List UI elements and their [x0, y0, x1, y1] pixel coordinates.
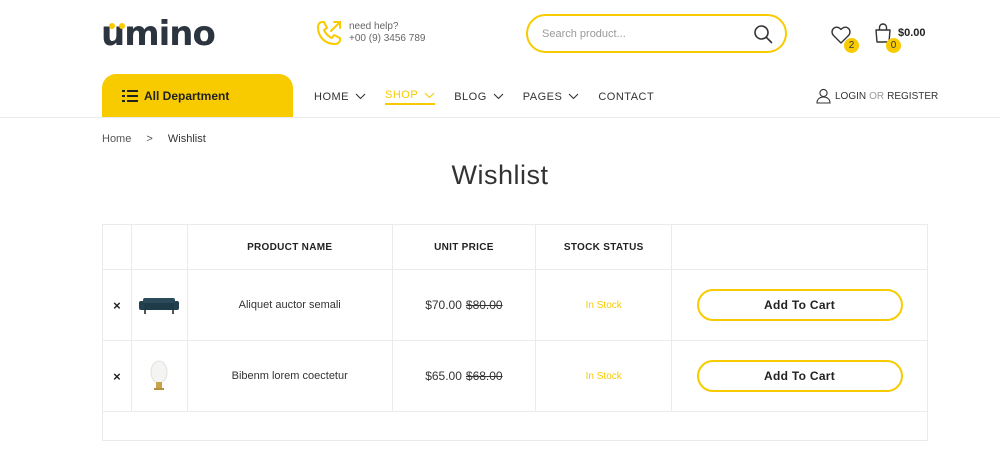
wishlist-count-badge: 2 [844, 38, 859, 53]
table-row: × Aliquet auctor semali $70.00 $80.00 In … [102, 269, 928, 341]
header-divider [0, 117, 1000, 118]
header-action [671, 224, 928, 270]
header-remove [102, 224, 132, 270]
breadcrumb: Home > Wishlist [102, 133, 206, 145]
nav-pages-label: PAGES [522, 90, 563, 103]
main-nav: HOME SHOP BLOG PAGES CONTACT [314, 88, 673, 105]
remove-item-button[interactable]: × [113, 369, 121, 384]
nav-shop[interactable]: SHOP [385, 89, 436, 105]
breadcrumb-home[interactable]: Home [102, 133, 131, 145]
add-to-cart-button[interactable]: Add To Cart [696, 289, 903, 321]
header-unit-price: UNIT PRICE [391, 224, 537, 270]
unit-price: $70.00 $80.00 [391, 269, 537, 341]
old-price: $80.00 [465, 298, 503, 312]
header-thumbnail [130, 224, 188, 270]
old-price: $68.00 [465, 369, 503, 383]
header-product-name: PRODUCT NAME [186, 224, 393, 270]
current-price: $70.00 [425, 298, 462, 312]
unit-price: $65.00 $68.00 [391, 340, 537, 412]
chevron-down-icon [424, 92, 435, 98]
nav-home-label: HOME [314, 90, 349, 103]
cart-count-badge: 0 [886, 38, 901, 53]
all-department-label: All Department [144, 88, 230, 103]
stock-status: In Stock [585, 371, 622, 382]
help-contact: need help? +00 (9) 3456 789 [314, 18, 425, 48]
user-icon [816, 88, 831, 104]
chevron-down-icon [493, 93, 504, 100]
login-link[interactable]: LOGIN [835, 91, 866, 102]
register-link[interactable]: REGISTER [887, 91, 938, 102]
phone-icon [317, 21, 341, 45]
remove-item-button[interactable]: × [113, 298, 121, 313]
stock-status: In Stock [585, 300, 622, 311]
logo-dots [109, 16, 129, 34]
list-icon [122, 89, 138, 102]
search-input[interactable] [542, 27, 753, 40]
all-department-button[interactable]: All Department [102, 74, 293, 117]
table-row: × Bibenm lorem coectetur $65.00 $68.00 In… [102, 340, 928, 412]
breadcrumb-current: Wishlist [167, 133, 206, 145]
lamp-thumbnail[interactable] [148, 359, 170, 393]
page-title: Wishlist [451, 160, 549, 190]
product-name[interactable]: Bibenm lorem coectetur [186, 340, 393, 412]
current-price: $65.00 [425, 369, 462, 383]
help-phone: +00 (9) 3456 789 [349, 33, 426, 44]
wishlist-table: PRODUCT NAME UNIT PRICE STOCK STATUS × A… [102, 224, 928, 441]
nav-home[interactable]: HOME [314, 88, 366, 105]
login-or-text: OR [869, 90, 885, 102]
chevron-down-icon [568, 93, 579, 100]
account-links: LOGIN OR REGISTER [816, 88, 938, 104]
add-to-cart-button[interactable]: Add To Cart [696, 360, 903, 392]
nav-blog[interactable]: BLOG [454, 88, 504, 105]
search-box [526, 14, 787, 53]
nav-contact-label: CONTACT [598, 90, 655, 103]
logo[interactable]: umino [101, 14, 216, 54]
chevron-down-icon [355, 93, 366, 100]
product-thumbnail[interactable] [130, 269, 188, 341]
help-label: need help? [349, 21, 399, 32]
nav-blog-label: BLOG [454, 90, 487, 103]
search-icon[interactable] [753, 24, 773, 44]
sofa-thumbnail[interactable] [139, 294, 180, 316]
product-thumbnail[interactable] [130, 340, 188, 412]
nav-pages[interactable]: PAGES [523, 88, 580, 105]
table-header-row: PRODUCT NAME UNIT PRICE STOCK STATUS [102, 224, 928, 270]
nav-contact[interactable]: CONTACT [598, 88, 654, 105]
table-footer-cell [102, 411, 928, 441]
table-footer-row [102, 411, 928, 441]
header-stock-status: STOCK STATUS [535, 224, 673, 270]
cart-total[interactable]: $0.00 [898, 27, 926, 39]
nav-shop-label: SHOP [385, 89, 419, 101]
product-name[interactable]: Aliquet auctor semali [186, 269, 393, 341]
breadcrumb-separator: > [146, 133, 153, 145]
